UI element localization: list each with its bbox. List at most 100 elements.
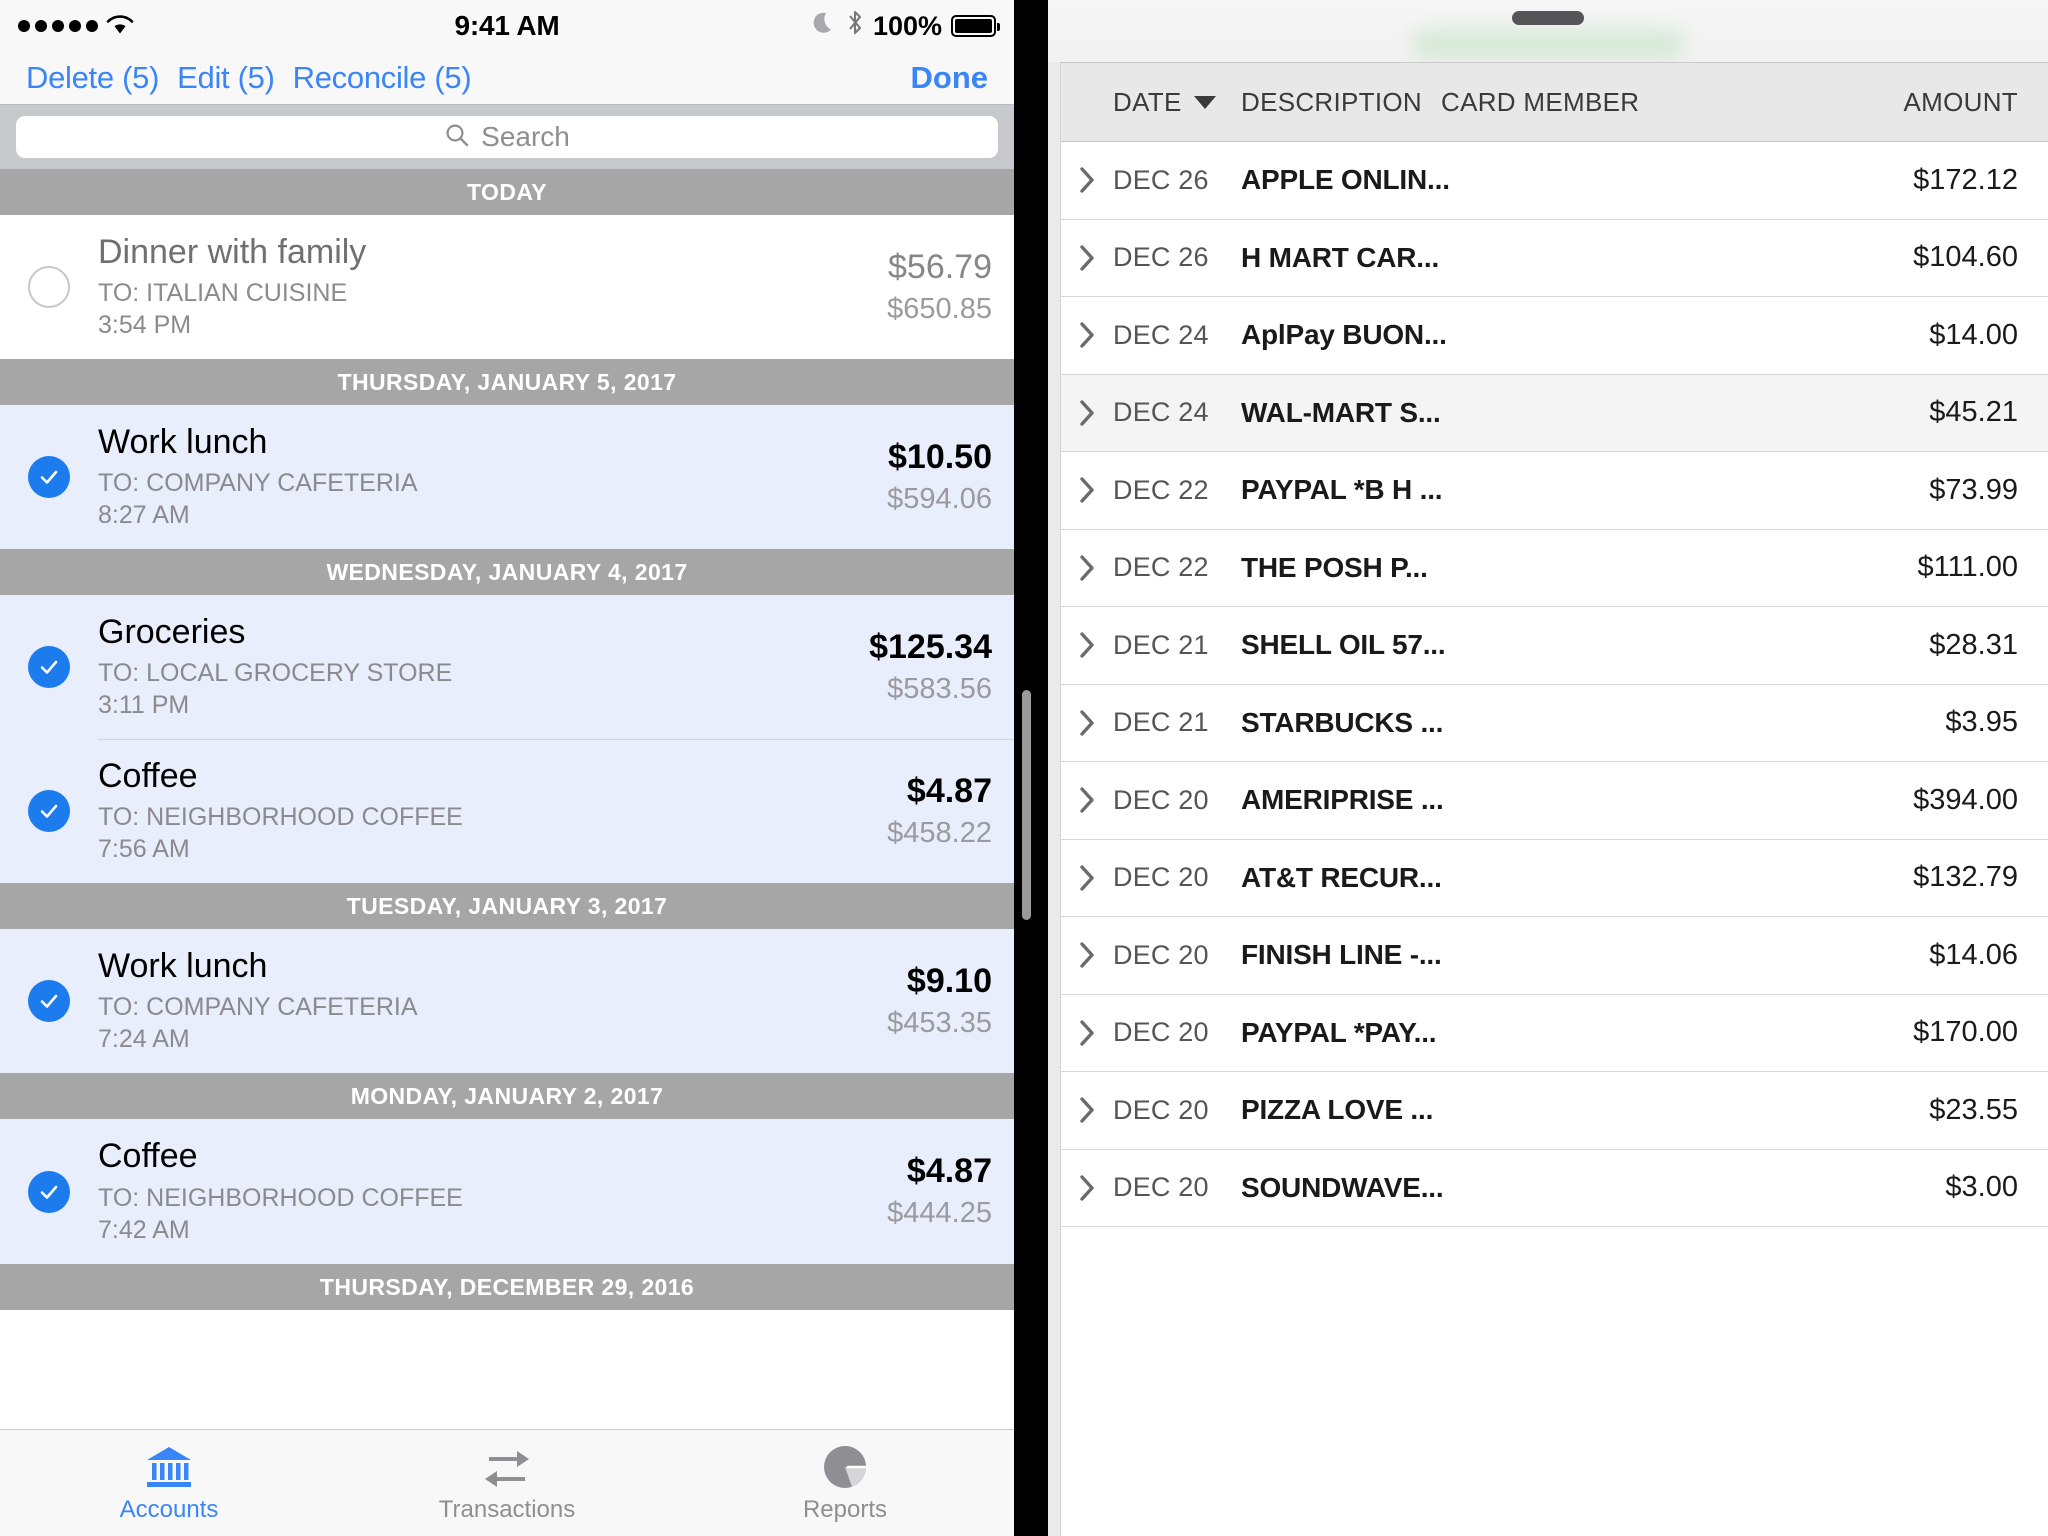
done-button[interactable]: Done <box>911 60 989 96</box>
left-panel-ios-app: 9:41 AM 100% Delete (5) Edit (5) Reconci… <box>0 0 1014 1536</box>
checkmark-icon <box>28 1170 70 1213</box>
transaction-balance: $458.22 <box>887 816 992 849</box>
search-input[interactable]: Search <box>16 116 998 158</box>
transaction-row[interactable]: Groceries TO: LOCAL GROCERY STORE 3:11 P… <box>0 595 1014 740</box>
transaction-title: Dinner with family <box>98 233 367 271</box>
transaction-title: Coffee <box>98 757 198 796</box>
select-checkbox[interactable] <box>0 980 98 1023</box>
table-row[interactable]: DEC 22 THE POSH P... $111.00 <box>1061 529 2048 607</box>
column-header-amount[interactable]: AMOUNT <box>1904 87 2048 118</box>
cell-date: DEC 22 <box>1113 552 1209 583</box>
checkmark-icon <box>28 980 70 1023</box>
column-header-date[interactable]: DATE <box>1113 87 1241 118</box>
chevron-right-icon[interactable] <box>1061 475 1113 505</box>
cell-amount: $3.95 <box>1945 706 2018 739</box>
table-row[interactable]: DEC 20 AMERIPRISE ... $394.00 <box>1061 762 2048 840</box>
tab-reports[interactable]: Reports <box>676 1430 1014 1536</box>
table-row[interactable]: DEC 24 WAL-MART S... $45.21 <box>1061 374 2048 452</box>
cell-amount: $172.12 <box>1913 163 2018 196</box>
chevron-right-icon[interactable] <box>1061 708 1113 738</box>
table-row[interactable]: DEC 21 STARBUCKS ... $3.95 <box>1061 684 2048 762</box>
transaction-details: Work lunch TO: COMPANY CAFETERIA 7:24 AM <box>98 947 869 1055</box>
transaction-title: Coffee <box>98 1137 198 1176</box>
cell-date: DEC 26 <box>1113 242 1209 273</box>
transaction-row[interactable]: Work lunch TO: COMPANY CAFETERIA 7:24 AM… <box>0 929 1014 1074</box>
reconcile-button[interactable]: Reconcile (5) <box>293 60 472 96</box>
section-header-jan-3: TUESDAY, JANUARY 3, 2017 <box>0 883 1014 930</box>
chevron-right-icon[interactable] <box>1061 1173 1113 1203</box>
cell-date: DEC 20 <box>1113 862 1209 893</box>
column-header-card-member[interactable]: CARD MEMBER <box>1441 87 1904 118</box>
edit-button[interactable]: Edit (5) <box>177 60 275 96</box>
table-row[interactable]: DEC 26 H MART CAR... $104.60 <box>1061 219 2048 297</box>
select-checkbox[interactable] <box>0 790 98 833</box>
cell-date: DEC 26 <box>1113 164 1209 195</box>
chevron-right-icon[interactable] <box>1061 243 1113 273</box>
table-row[interactable]: DEC 20 PAYPAL *PAY... $170.00 <box>1061 994 2048 1072</box>
cell-date: DEC 20 <box>1113 1172 1209 1203</box>
section-header-today: TODAY <box>0 169 1014 215</box>
transaction-amount: $9.10 <box>906 961 992 1000</box>
list-scrollbar[interactable] <box>1022 690 1031 920</box>
chevron-right-icon[interactable] <box>1061 785 1113 815</box>
right-panel-statement-table: DATE DESCRIPTION CARD MEMBER AMOUNT DEC … <box>1048 0 2048 1536</box>
cell-description: AT&T RECUR... <box>1241 861 1442 893</box>
select-checkbox[interactable] <box>0 1170 98 1213</box>
transaction-amount: $125.34 <box>869 627 992 666</box>
cell-date: DEC 20 <box>1113 1094 1209 1125</box>
chevron-right-icon[interactable] <box>1061 940 1113 970</box>
chevron-right-icon[interactable] <box>1061 553 1113 583</box>
select-checkbox[interactable] <box>0 456 98 499</box>
table-row[interactable]: DEC 20 PIZZA LOVE ... $23.55 <box>1061 1072 2048 1150</box>
transaction-row[interactable]: Work lunch TO: COMPANY CAFETERIA 8:27 AM… <box>0 405 1014 550</box>
transaction-payee: TO: NEIGHBORHOOD COFFEE <box>98 803 463 832</box>
chevron-right-icon[interactable] <box>1061 320 1113 350</box>
table-row[interactable]: DEC 21 SHELL OIL 57... $28.31 <box>1061 607 2048 685</box>
tab-accounts[interactable]: Accounts <box>0 1430 338 1536</box>
transaction-row[interactable]: Coffee TO: NEIGHBORHOOD COFFEE 7:42 AM $… <box>0 1119 1014 1264</box>
search-icon <box>444 122 470 153</box>
chevron-right-icon[interactable] <box>1061 165 1113 195</box>
battery-full-icon <box>951 15 1000 37</box>
select-checkbox[interactable] <box>0 646 98 689</box>
transaction-details: Coffee TO: NEIGHBORHOOD COFFEE 7:56 AM <box>98 757 869 865</box>
table-row[interactable]: DEC 20 AT&T RECUR... $132.79 <box>1061 839 2048 917</box>
delete-button[interactable]: Delete (5) <box>26 60 159 96</box>
table-row[interactable]: DEC 24 AplPay BUON... $14.00 <box>1061 297 2048 375</box>
transaction-payee: TO: COMPANY CAFETERIA <box>98 993 418 1022</box>
section-header-jan-4: WEDNESDAY, JANUARY 4, 2017 <box>0 549 1014 596</box>
table-row[interactable]: DEC 20 SOUNDWAVE... $3.00 <box>1061 1149 2048 1227</box>
checkmark-icon <box>28 646 70 689</box>
transaction-time: 8:27 AM <box>98 501 190 530</box>
chevron-right-icon[interactable] <box>1061 1095 1113 1125</box>
table-row[interactable]: DEC 26 APPLE ONLIN... $172.12 <box>1061 142 2048 220</box>
transaction-row[interactable]: Coffee TO: NEIGHBORHOOD COFFEE 7:56 AM $… <box>0 739 1014 884</box>
chevron-right-icon[interactable] <box>1061 863 1113 893</box>
cell-date: DEC 21 <box>1113 629 1209 660</box>
cell-description: AplPay BUON... <box>1241 319 1447 351</box>
transaction-row[interactable]: Dinner with family TO: ITALIAN CUISINE 3… <box>0 215 1014 360</box>
table-row[interactable]: DEC 22 PAYPAL *B H ... $73.99 <box>1061 452 2048 530</box>
column-header-description[interactable]: DESCRIPTION <box>1241 87 1441 118</box>
table-row[interactable]: DEC 20 FINISH LINE -... $14.06 <box>1061 917 2048 995</box>
tab-transactions[interactable]: Transactions <box>338 1430 676 1536</box>
transaction-amounts: $125.34 $583.56 <box>851 628 992 707</box>
chevron-right-icon[interactable] <box>1061 1018 1113 1048</box>
circle-empty-icon <box>28 266 70 309</box>
transactions-table: DATE DESCRIPTION CARD MEMBER AMOUNT DEC … <box>1060 62 2048 1536</box>
chevron-right-icon[interactable] <box>1061 630 1113 660</box>
chevron-right-icon[interactable] <box>1061 398 1113 428</box>
cell-description: PAYPAL *PAY... <box>1241 1016 1437 1048</box>
drag-handle-icon[interactable] <box>1512 11 1584 25</box>
select-checkbox[interactable] <box>0 266 98 309</box>
section-header-dec-29: THURSDAY, DECEMBER 29, 2016 <box>0 1263 1014 1310</box>
transaction-amounts: $4.87 $444.25 <box>869 1152 992 1231</box>
transaction-time: 7:24 AM <box>98 1025 190 1054</box>
transaction-balance: $583.56 <box>887 672 992 705</box>
blurred-title-placeholder <box>1413 30 1683 60</box>
cell-amount: $104.60 <box>1913 241 2018 274</box>
transaction-title: Groceries <box>98 613 246 652</box>
transaction-title: Work lunch <box>98 947 268 986</box>
transaction-amount: $56.79 <box>888 247 992 286</box>
transaction-payee: TO: NEIGHBORHOOD COFFEE <box>98 1183 463 1212</box>
